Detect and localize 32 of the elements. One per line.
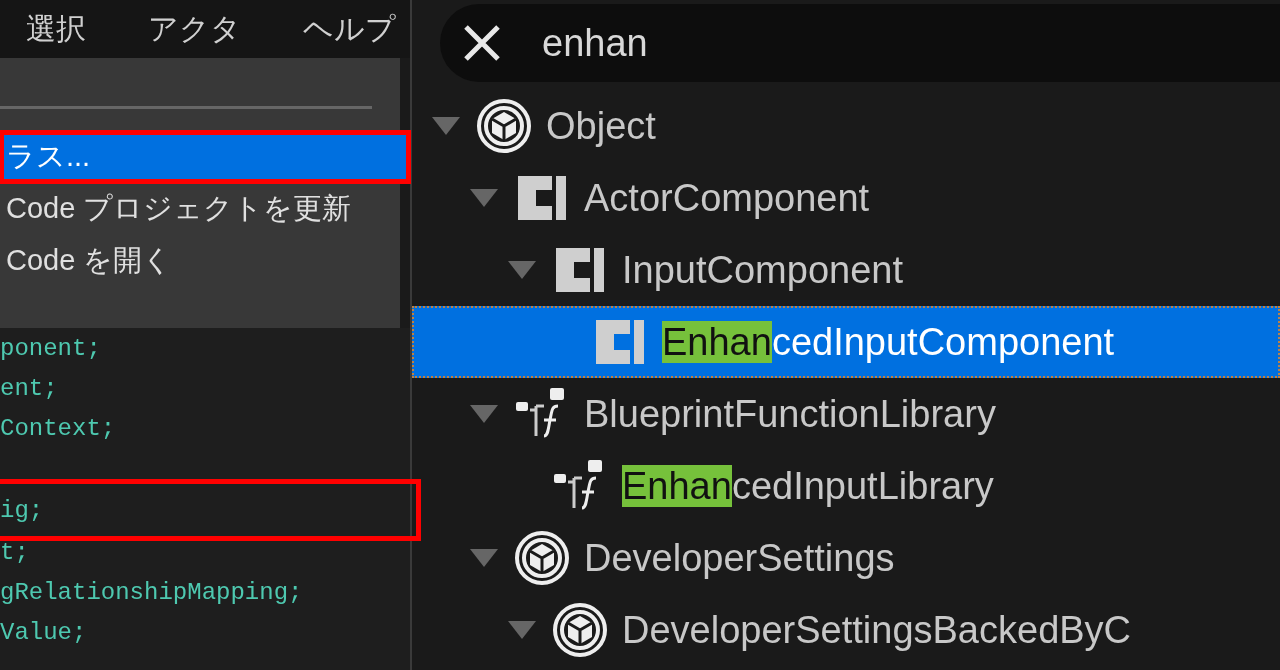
menu-bar-item[interactable]: ヘルプ: [303, 8, 396, 50]
code-line: Context;: [0, 414, 116, 442]
cube-icon: [552, 602, 608, 658]
tree-item[interactable]: EnhancedInputLibrary: [412, 450, 1280, 522]
tree-item[interactable]: DeveloperSettings: [412, 522, 1280, 594]
code-line: ig;: [0, 496, 44, 524]
expanded-arrow-icon[interactable]: [506, 259, 538, 281]
tree-item[interactable]: ActorComponent: [412, 162, 1280, 234]
code-line: ent;: [0, 374, 58, 402]
expanded-arrow-icon[interactable]: [506, 619, 538, 641]
search-field[interactable]: enhan: [440, 4, 1280, 82]
menu-item[interactable]: ラス...: [0, 131, 410, 183]
tree-item[interactable]: DeveloperSettingsBackedByC: [412, 594, 1280, 666]
menu-bar-item[interactable]: 選択: [26, 8, 86, 50]
tree-item[interactable]: BlueprintFunctionLibrary: [412, 378, 1280, 450]
tree-item[interactable]: Object: [412, 90, 1280, 162]
code-line: Value;: [0, 618, 87, 646]
close-icon[interactable]: [462, 23, 502, 63]
code-line: gRelationshipMapping;: [0, 578, 303, 606]
expanded-arrow-icon[interactable]: [430, 115, 462, 137]
expanded-arrow-icon[interactable]: [468, 403, 500, 425]
cube-icon: [514, 530, 570, 586]
menu-bar-item[interactable]: アクタ: [148, 8, 241, 50]
tree-item[interactable]: InputComponent: [412, 234, 1280, 306]
tree-item[interactable]: EnhancedInputComponent: [412, 306, 1280, 378]
code-line: ponent;: [0, 334, 101, 362]
cube-icon: [476, 98, 532, 154]
menu-item[interactable]: Code プロジェクトを更新: [0, 183, 410, 235]
menu-item[interactable]: Code を開く: [0, 235, 410, 287]
expanded-arrow-icon[interactable]: [468, 547, 500, 569]
code-line: t;: [0, 538, 29, 566]
expanded-arrow-icon[interactable]: [468, 187, 500, 209]
